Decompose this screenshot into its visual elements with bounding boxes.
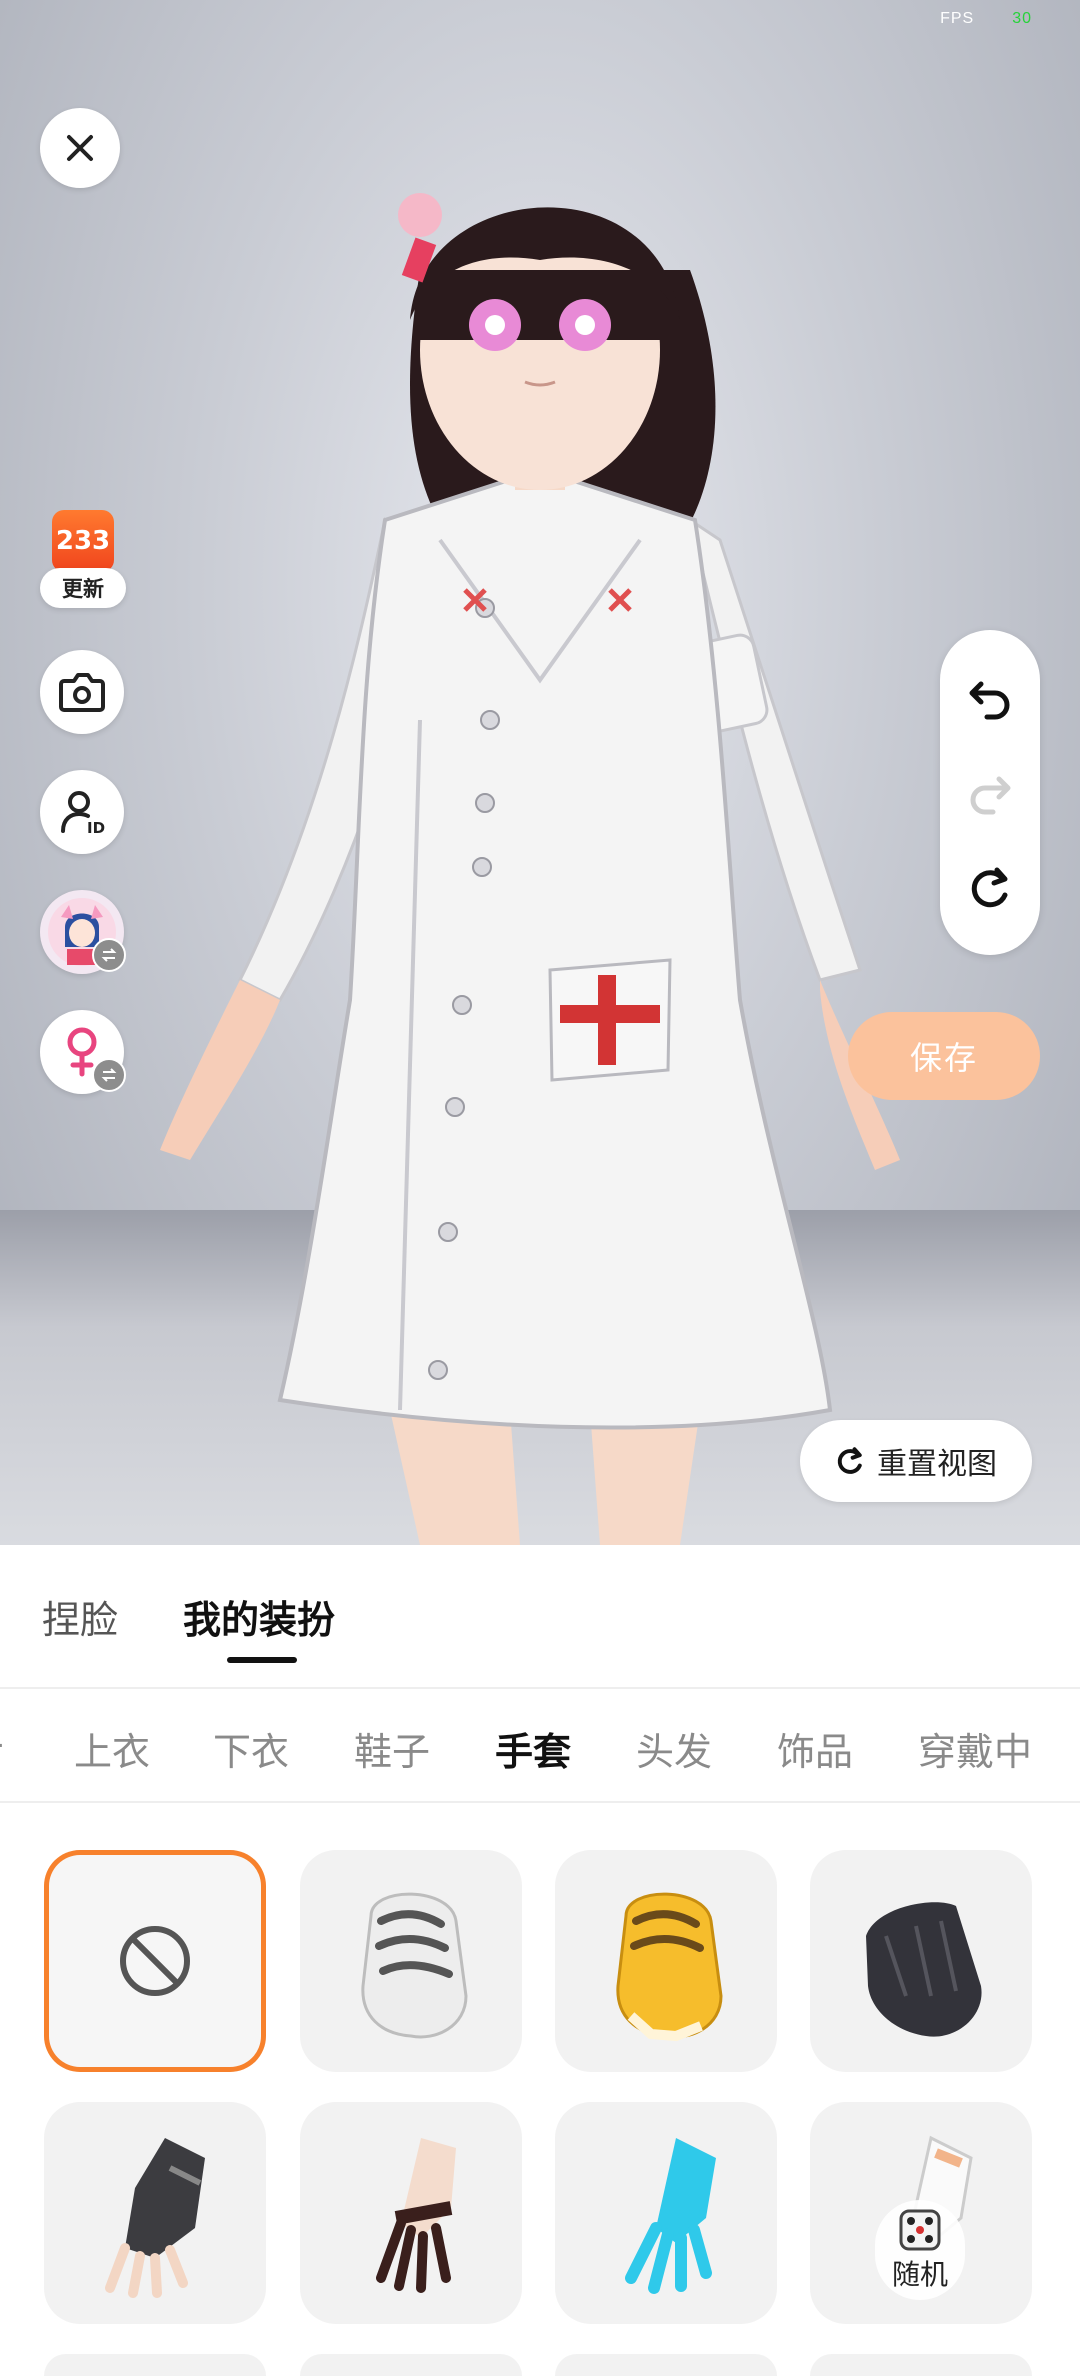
svg-text:ID: ID bbox=[87, 819, 105, 837]
item-glove[interactable] bbox=[44, 2102, 266, 2324]
item-none[interactable] bbox=[44, 1850, 266, 2072]
camera-icon bbox=[59, 673, 105, 712]
black-glove-icon bbox=[866, 1902, 982, 2037]
fps-counter: FPS 30 bbox=[940, 10, 1032, 27]
yellow-paw-glove-icon bbox=[616, 1892, 723, 2042]
reset-view-button[interactable]: 重置视图 bbox=[800, 1420, 1032, 1502]
undo-button[interactable] bbox=[960, 667, 1020, 727]
category-tabs[interactable]: - 上衣 下衣 鞋子 手套 头发 饰品 穿戴中 bbox=[0, 1689, 1080, 1803]
item-glove[interactable] bbox=[555, 1850, 777, 2072]
category-tab-shoes[interactable]: 鞋子 bbox=[354, 1721, 430, 1776]
category-tab-wearing[interactable]: 穿戴中 bbox=[918, 1721, 1032, 1776]
random-button[interactable]: 随机 bbox=[875, 2200, 965, 2300]
save-button[interactable]: 保存 bbox=[848, 1012, 1040, 1100]
update-badge[interactable]: 233 更新 bbox=[40, 510, 126, 614]
update-label: 更新 bbox=[40, 568, 126, 608]
profile-id-button[interactable]: ID bbox=[40, 770, 124, 854]
redo-button[interactable] bbox=[960, 762, 1020, 822]
fingerless-glove-icon bbox=[105, 2138, 205, 2298]
avatar-character[interactable] bbox=[120, 120, 960, 1545]
close-icon bbox=[67, 135, 93, 161]
category-tab-tops[interactable]: 上衣 bbox=[74, 1721, 150, 1776]
dark-lace-glove-icon bbox=[376, 2138, 456, 2293]
cyan-glove-icon bbox=[625, 2138, 716, 2294]
swap-icon bbox=[92, 938, 126, 972]
refresh-icon bbox=[971, 867, 1008, 908]
undo-icon bbox=[969, 681, 1010, 720]
item-glove-partial[interactable] bbox=[810, 2354, 1032, 2376]
item-glove-partial[interactable] bbox=[300, 2354, 522, 2376]
dice-icon bbox=[899, 2209, 941, 2251]
gender-switch-button[interactable] bbox=[40, 1010, 126, 1094]
white-paw-glove-icon bbox=[361, 1892, 468, 2039]
category-tab-bottoms[interactable]: 下衣 bbox=[213, 1721, 289, 1776]
category-tab-gloves[interactable]: 手套 bbox=[495, 1721, 571, 1776]
history-panel bbox=[940, 630, 1040, 955]
switch-avatar-button[interactable] bbox=[40, 890, 126, 974]
redo-icon bbox=[970, 776, 1011, 815]
item-glove[interactable] bbox=[810, 1850, 1032, 2072]
item-glove-partial[interactable] bbox=[44, 2354, 266, 2376]
refresh-icon bbox=[837, 1447, 862, 1474]
category-tab-hair[interactable]: 头发 bbox=[636, 1721, 712, 1776]
item-glove[interactable] bbox=[300, 1850, 522, 2072]
none-icon bbox=[120, 1926, 190, 1996]
tab-my-outfit[interactable]: 我的装扮 bbox=[183, 1589, 335, 1644]
screenshot-button[interactable] bbox=[40, 650, 124, 734]
item-glove-partial[interactable] bbox=[555, 2354, 777, 2376]
app-logo: 233 bbox=[52, 510, 114, 572]
swap-icon bbox=[92, 1058, 126, 1092]
avatar-viewport[interactable]: FPS 30 233 更新 ID 保存 重置视图 bbox=[0, 0, 1080, 1545]
profile-id-icon: ID bbox=[61, 791, 105, 837]
close-button[interactable] bbox=[40, 108, 120, 188]
random-label: 随机 bbox=[891, 2258, 948, 2291]
reset-button[interactable] bbox=[960, 858, 1020, 918]
category-tab-offscreen-edge: - bbox=[0, 1721, 4, 1765]
main-tabs: 捏脸 我的装扮 bbox=[0, 1545, 1080, 1689]
item-glove[interactable] bbox=[555, 2102, 777, 2324]
item-glove[interactable] bbox=[300, 2102, 522, 2324]
category-tab-accessories[interactable]: 饰品 bbox=[777, 1721, 853, 1776]
reset-view-label: 重置视图 bbox=[877, 1447, 997, 1482]
active-tab-indicator bbox=[227, 1657, 297, 1663]
tab-face-sculpt[interactable]: 捏脸 bbox=[42, 1589, 118, 1644]
